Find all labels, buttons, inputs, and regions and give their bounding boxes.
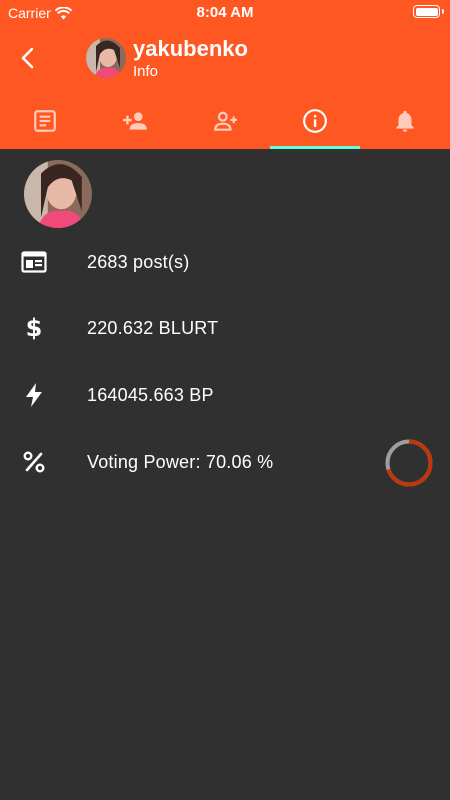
voting-power-row: Voting Power: 70.06 % bbox=[0, 437, 450, 487]
person-add-icon bbox=[123, 111, 147, 130]
balance-row: $ 220.632 BLURT bbox=[0, 303, 450, 353]
dollar-icon: $ bbox=[25, 314, 43, 342]
percent-icon bbox=[20, 448, 48, 476]
person-add-outline-icon bbox=[214, 111, 237, 131]
status-bar: Carrier 8:04 AM bbox=[0, 0, 450, 26]
voting-power-label: Voting Power: 70.06 % bbox=[87, 451, 274, 472]
lightning-icon bbox=[20, 381, 48, 409]
power-value: 164045.663 BP bbox=[87, 384, 214, 405]
tab-bar bbox=[0, 92, 450, 149]
voting-power-progress bbox=[385, 439, 433, 487]
user-avatar-small[interactable] bbox=[86, 38, 126, 78]
balance-value: 220.632 BLURT bbox=[87, 317, 219, 338]
power-row: 164045.663 BP bbox=[0, 370, 450, 420]
tab-notifications[interactable] bbox=[360, 92, 450, 149]
status-time: 8:04 AM bbox=[196, 4, 254, 21]
tab-followers[interactable] bbox=[90, 92, 180, 149]
avatar-photo bbox=[24, 160, 92, 228]
bell-icon bbox=[396, 110, 414, 132]
info-icon bbox=[303, 108, 327, 133]
posts-count: 2683 post(s) bbox=[87, 251, 190, 272]
article-icon bbox=[34, 109, 56, 132]
feed-icon bbox=[20, 248, 48, 276]
page-subtitle: Info bbox=[133, 63, 159, 80]
posts-row: 2683 post(s) bbox=[0, 237, 450, 287]
tab-info[interactable] bbox=[270, 92, 360, 149]
page-title: yakubenko bbox=[133, 36, 248, 61]
avatar-photo bbox=[86, 38, 126, 78]
user-avatar-large bbox=[24, 160, 92, 228]
back-arrow-icon bbox=[21, 47, 34, 69]
battery-icon bbox=[413, 5, 444, 18]
tab-posts[interactable] bbox=[0, 92, 90, 149]
back-button[interactable] bbox=[8, 38, 48, 78]
tab-following[interactable] bbox=[180, 92, 270, 149]
